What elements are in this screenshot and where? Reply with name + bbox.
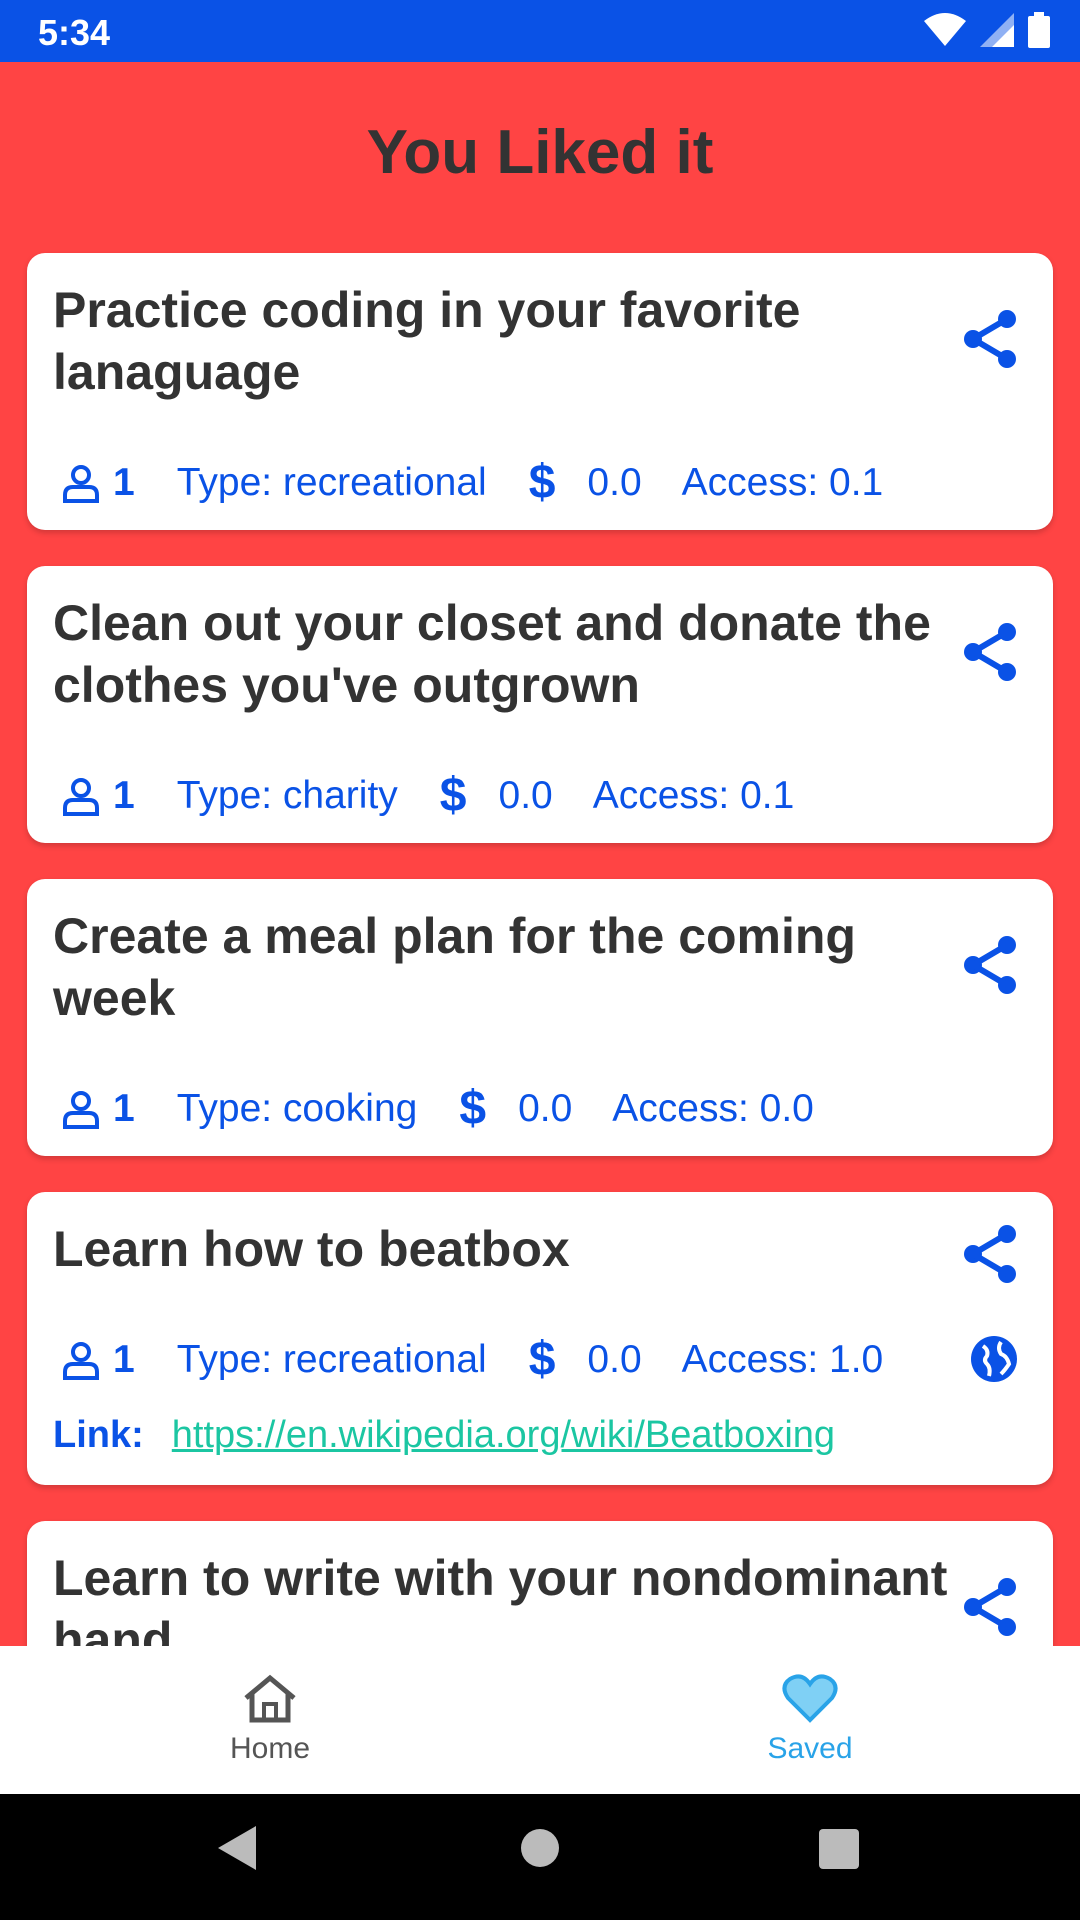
- wifi-icon: [924, 13, 966, 46]
- activity-title: Clean out your closet and donate the clo…: [53, 595, 931, 713]
- price-value: 0.0: [518, 1086, 573, 1130]
- share-icon[interactable]: [959, 1222, 1023, 1286]
- link-url[interactable]: https://en.wikipedia.org/wiki/Beatboxing: [172, 1414, 835, 1457]
- dollar-icon: $: [528, 1333, 556, 1386]
- activity-card[interactable]: Learn to write with your nondominant han…: [27, 1521, 1053, 1646]
- activity-card[interactable]: Create a meal plan for the coming week 1…: [27, 879, 1053, 1156]
- activity-type: Type: cooking: [176, 1086, 418, 1130]
- globe-icon[interactable]: [969, 1334, 1019, 1384]
- status-time: 5:34: [38, 12, 111, 53]
- home-circle-icon[interactable]: [520, 1824, 560, 1872]
- activity-meta: 1 Type: recreational $0.0 Access: 1.0: [61, 1332, 883, 1387]
- liked-list[interactable]: You Liked it Practice coding in your fav…: [0, 62, 1080, 1646]
- participants: 1: [61, 1087, 135, 1131]
- nav-saved-label: Saved: [767, 1732, 853, 1765]
- activity-card[interactable]: Practice coding in your favorite lanagua…: [27, 253, 1053, 530]
- dollar-icon: $: [459, 1082, 487, 1135]
- activity-title: Learn how to beatbox: [53, 1221, 570, 1277]
- activity-access: Access: 1.0: [681, 1337, 884, 1381]
- recents-icon[interactable]: [818, 1824, 860, 1872]
- activity-title: Create a meal plan for the coming week: [53, 908, 856, 1026]
- activity-type: Type: charity: [176, 773, 398, 817]
- activity-meta: 1 Type: recreational $0.0 Access: 0.1: [61, 455, 883, 510]
- activity-access: Access: 0.1: [592, 773, 795, 817]
- activity-price: $0.0: [459, 1081, 572, 1136]
- share-icon[interactable]: [959, 933, 1023, 997]
- price-value: 0.0: [587, 460, 642, 504]
- activity-meta: 1 Type: cooking $0.0 Access: 0.0: [61, 1081, 814, 1136]
- price-value: 0.0: [498, 773, 553, 817]
- page-title: You Liked it: [366, 118, 714, 187]
- participants-count: 1: [113, 1086, 135, 1130]
- dollar-icon: $: [439, 769, 467, 822]
- status-icons: [924, 12, 1050, 48]
- participants: 1: [61, 461, 135, 505]
- activity-card[interactable]: Learn how to beatbox 1 Type: recreationa…: [27, 1192, 1053, 1485]
- nav-saved[interactable]: Saved: [540, 1646, 1080, 1794]
- participants-count: 1: [113, 773, 135, 817]
- person-icon: [63, 464, 99, 503]
- link-row: Link: https://en.wikipedia.org/wiki/Beat…: [53, 1414, 835, 1457]
- participants: 1: [61, 774, 135, 818]
- activity-access: Access: 0.0: [612, 1086, 814, 1130]
- bottom-nav: Home Saved: [0, 1646, 1080, 1794]
- activity-type: Type: recreational: [176, 1337, 487, 1381]
- participants-count: 1: [113, 460, 135, 504]
- person-icon: [63, 1341, 99, 1380]
- heart-icon: [782, 1674, 838, 1723]
- nav-home[interactable]: Home: [0, 1646, 540, 1794]
- share-icon[interactable]: [959, 307, 1023, 371]
- activity-meta: 1 Type: charity $0.0 Access: 0.1: [61, 768, 794, 823]
- activity-access: Access: 0.1: [681, 460, 884, 504]
- status-bar: 5:34: [0, 0, 1080, 62]
- battery-icon: [1028, 12, 1050, 48]
- system-nav-bar: [0, 1794, 1080, 1920]
- participants-count: 1: [113, 1337, 135, 1381]
- person-icon: [63, 1090, 99, 1129]
- activity-price: $0.0: [529, 455, 642, 510]
- nav-home-label: Home: [229, 1732, 311, 1765]
- price-value: 0.0: [587, 1337, 642, 1381]
- signal-icon: [980, 13, 1014, 47]
- home-icon: [244, 1674, 296, 1723]
- dollar-icon: $: [528, 456, 556, 509]
- share-icon[interactable]: [959, 1575, 1023, 1639]
- back-icon[interactable]: [216, 1824, 260, 1872]
- participants: 1: [61, 1338, 135, 1382]
- activity-price: $0.0: [440, 768, 553, 823]
- activity-card[interactable]: Clean out your closet and donate the clo…: [27, 566, 1053, 843]
- activity-title: Learn to write with your nondominant han…: [53, 1550, 948, 1646]
- share-icon[interactable]: [959, 620, 1023, 684]
- link-label: Link:: [53, 1414, 144, 1456]
- activity-type: Type: recreational: [176, 460, 487, 504]
- activity-title: Practice coding in your favorite lanagua…: [53, 282, 801, 400]
- person-icon: [63, 777, 99, 816]
- activity-price: $0.0: [529, 1332, 642, 1387]
